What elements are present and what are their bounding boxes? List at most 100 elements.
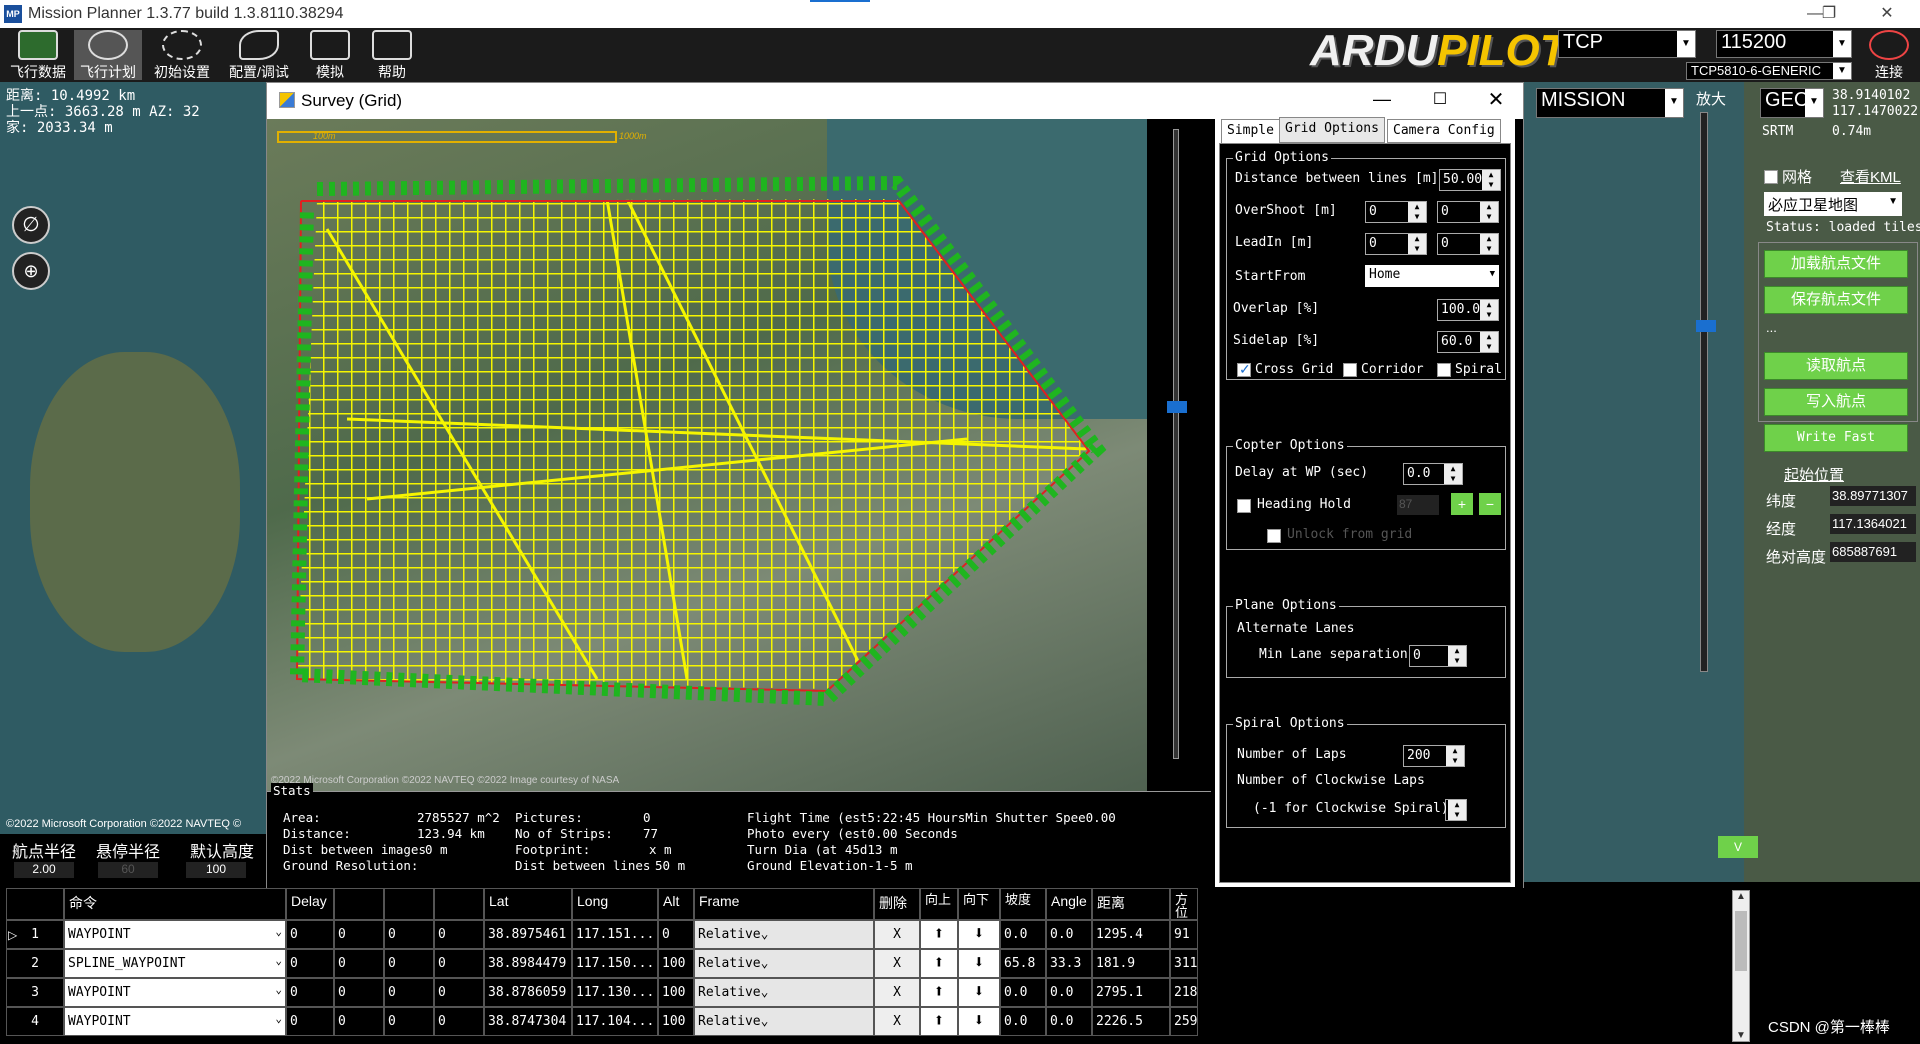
move-down-icon[interactable]: ⬇ (958, 949, 1000, 978)
initial-setup-button[interactable]: 初始设置 (148, 30, 216, 80)
min-lane-input[interactable]: 0 ▲ ▼ (1409, 645, 1467, 667)
cell-alt[interactable]: 0 (658, 920, 694, 949)
survey-zoom-handle[interactable] (1167, 401, 1187, 413)
spinner-icon[interactable]: ▲ ▼ (1480, 300, 1498, 320)
header-distance[interactable]: 距离 (1092, 888, 1170, 920)
chevron-down-icon[interactable]: ⌄ (761, 985, 769, 1000)
crossgrid-checkbox[interactable] (1237, 361, 1251, 378)
view-kml-link[interactable]: 查看KML (1840, 166, 1901, 187)
cell-angle[interactable]: 0.0 (1046, 920, 1092, 949)
chevron-down-icon[interactable]: ⌄ (275, 983, 282, 996)
header-p4[interactable] (434, 888, 484, 920)
cell-cmd[interactable]: SPLINE_WAYPOINT ⌄ (64, 949, 286, 978)
cell-frame[interactable]: Relative⌄ (694, 978, 874, 1007)
load-waypoints-button[interactable]: 加载航点文件 (1764, 250, 1908, 278)
connection-type-select[interactable]: TCP ▼ (1558, 30, 1696, 58)
tab-simple[interactable]: Simple (1221, 119, 1280, 143)
grid-checkbox[interactable] (1764, 170, 1778, 184)
write-fast-button[interactable]: Write Fast (1764, 424, 1908, 452)
cell-p3[interactable]: 0 (384, 1007, 434, 1036)
overlap-input[interactable]: 100.0 ▲ ▼ (1437, 299, 1499, 321)
move-up-icon[interactable]: ⬆ (920, 949, 958, 978)
header-angle[interactable]: Angle (1046, 888, 1092, 920)
more-options[interactable]: ... (1766, 320, 1777, 335)
write-waypoints-button[interactable]: 写入航点 (1764, 388, 1908, 416)
cell-p3[interactable]: 0 (384, 949, 434, 978)
cell-del[interactable]: X (874, 1007, 920, 1036)
cell-del[interactable]: X (874, 920, 920, 949)
cell-lat[interactable]: 38.8747304 (484, 1007, 572, 1036)
chevron-down-icon[interactable]: ⌄ (761, 927, 769, 942)
survey-zoom-slider[interactable] (1173, 129, 1179, 759)
header-command[interactable]: 命令 (64, 888, 286, 920)
spinner-icon[interactable]: ▲ ▼ (1482, 170, 1500, 190)
cell-grad[interactable]: 65.8 (1000, 949, 1046, 978)
spiral-checkbox[interactable] (1437, 363, 1451, 377)
spinner-icon[interactable]: ▲ ▼ (1480, 332, 1498, 352)
cell-angle[interactable]: 0.0 (1046, 1007, 1092, 1036)
table-scrollbar[interactable]: ▲ ▼ (1732, 890, 1750, 1042)
cell-frame[interactable]: Relative⌄ (694, 920, 874, 949)
wp-radius-field[interactable]: 2.00 (14, 862, 74, 878)
scroll-down-icon[interactable]: ▼ (1733, 1030, 1749, 1041)
baud-select[interactable]: 115200 ▼ (1716, 30, 1852, 58)
overshoot-input-a[interactable]: 0 ▲ ▼ (1365, 201, 1427, 223)
cell-frame[interactable]: Relative⌄ (694, 1007, 874, 1036)
cell-grad[interactable]: 0.0 (1000, 1007, 1046, 1036)
cell-p4[interactable]: 0 (434, 1007, 484, 1036)
cell-lat[interactable]: 38.8786059 (484, 978, 572, 1007)
v-button[interactable]: V (1718, 836, 1758, 858)
home-lat-field[interactable]: 38.89771307 (1830, 486, 1916, 506)
cell-p3[interactable]: 0 (384, 978, 434, 1007)
cell-p2[interactable]: 0 (334, 1007, 384, 1036)
cell-lng[interactable]: 117.151... (572, 920, 658, 949)
chevron-down-icon[interactable]: ⌄ (275, 1012, 282, 1025)
cell-lng[interactable]: 117.104... (572, 1007, 658, 1036)
help-button[interactable]: 帮助 (364, 30, 420, 80)
cell-az[interactable]: 91 (1170, 920, 1198, 949)
move-up-icon[interactable]: ⬆ (920, 920, 958, 949)
survey-map[interactable]: 100m 1000m ©2022 Microsoft Corporation ©… (267, 119, 1147, 791)
cell-lat[interactable]: 38.8984479 (484, 949, 572, 978)
flight-plan-button[interactable]: 飞行计划 (74, 30, 142, 80)
table-row[interactable]: 3 WAYPOINT ⌄ 0 0 0 0 38.8786059 117.130... 100 Rel… (0, 978, 1200, 1007)
cell-cmd[interactable]: WAYPOINT ⌄ (64, 920, 286, 949)
home-alt-field[interactable]: 685887691 (1830, 542, 1916, 562)
cell-lat[interactable]: 38.8975461 (484, 920, 572, 949)
header-p3[interactable] (384, 888, 434, 920)
table-row[interactable]: 1 WAYPOINT ⌄ 0 0 0 0 38.8975461 117.151... 0 Relat… (0, 920, 1200, 949)
cell-az[interactable]: 259 (1170, 1007, 1198, 1036)
chevron-down-icon[interactable]: ⌄ (275, 925, 282, 938)
cell-lng[interactable]: 117.150... (572, 949, 658, 978)
compass-icon[interactable]: ∅ (12, 206, 50, 244)
cell-grad[interactable]: 0.0 (1000, 978, 1046, 1007)
header-gradient[interactable]: 坡度 (1000, 888, 1046, 920)
table-row[interactable]: 4 WAYPOINT ⌄ 0 0 0 0 38.8747304 117.104... 100 Rel… (0, 1007, 1200, 1036)
survey-maximize-button[interactable]: ☐ (1425, 89, 1455, 109)
cell-frame[interactable]: Relative⌄ (694, 949, 874, 978)
header-lat[interactable]: Lat (484, 888, 572, 920)
cell-p2[interactable]: 0 (334, 920, 384, 949)
cell-alt[interactable]: 100 (658, 949, 694, 978)
cell-angle[interactable]: 0.0 (1046, 978, 1092, 1007)
cell-dist[interactable]: 2795.1 (1092, 978, 1170, 1007)
unlock-grid-checkbox[interactable] (1267, 529, 1281, 543)
config-tuning-button[interactable]: 配置/调试 (222, 30, 296, 80)
survey-close-button[interactable]: ✕ (1481, 87, 1511, 112)
cell-dist[interactable]: 1295.4 (1092, 920, 1170, 949)
cell-p1[interactable]: 0 (286, 949, 334, 978)
scroll-up-icon[interactable]: ▲ (1733, 891, 1749, 902)
cell-angle[interactable]: 33.3 (1046, 949, 1092, 978)
startfrom-select[interactable]: Home ▼ (1365, 265, 1499, 287)
move-up-icon[interactable]: ⬆ (920, 1007, 958, 1036)
survey-minimize-button[interactable]: — (1367, 89, 1397, 110)
header-down[interactable]: 向下 (958, 888, 1000, 920)
cell-p2[interactable]: 0 (334, 978, 384, 1007)
spinner-icon[interactable]: ▲ ▼ (1444, 464, 1462, 484)
zoom-slider-handle[interactable] (1696, 320, 1716, 332)
zoom-icon[interactable]: ⊕ (12, 252, 50, 290)
spinner-icon[interactable]: ▲ ▼ (1408, 234, 1426, 254)
simulation-button[interactable]: 模拟 (300, 30, 360, 80)
delay-input[interactable]: 0.0 ▲ ▼ (1403, 463, 1463, 485)
heading-hold-checkbox[interactable] (1237, 499, 1251, 513)
